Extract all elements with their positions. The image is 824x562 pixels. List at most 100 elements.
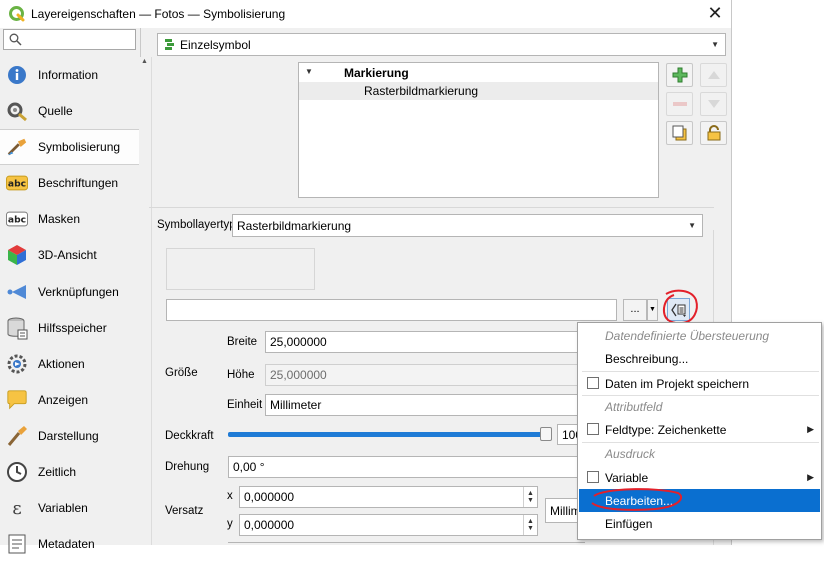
minus-icon xyxy=(672,102,687,106)
left-scrollbar[interactable]: ▲ xyxy=(139,57,152,545)
duplicate-layer-button[interactable] xyxy=(666,121,693,145)
source-icon xyxy=(6,100,28,122)
checkbox-icon[interactable] xyxy=(587,423,599,435)
sidebar-search-input[interactable] xyxy=(3,29,136,50)
svg-text:abc: abc xyxy=(8,215,26,226)
sidebar-item-rendering[interactable]: Darstellung xyxy=(0,418,139,454)
chevron-down-icon: ▼ xyxy=(688,221,696,230)
sidebar-item-source[interactable]: Quelle xyxy=(0,93,139,129)
sidebar-item-label: Masken xyxy=(38,212,81,226)
offset-x-label: x xyxy=(227,490,233,502)
sidebar-item-auxiliary-storage[interactable]: Hilfsspeicher xyxy=(0,310,139,346)
opacity-slider-fill xyxy=(228,432,550,437)
checkbox-icon[interactable] xyxy=(587,377,599,389)
epsilon-icon: ε xyxy=(6,497,28,519)
offset-y-spinner[interactable]: ▲ ▼ xyxy=(523,515,537,535)
offset-x-value: 0,000000 xyxy=(244,490,295,504)
arrow-up-icon xyxy=(707,71,720,79)
image-path-input[interactable] xyxy=(166,299,617,321)
sidebar-item-label: Symbolisierung xyxy=(38,140,121,154)
chevron-down-icon: ▼ xyxy=(711,40,719,49)
renderer-type-combo[interactable]: Einzelsymbol ▼ xyxy=(157,33,726,56)
sidebar-item-joins[interactable]: Verknüpfungen xyxy=(0,274,139,310)
menu-item-description[interactable]: Beschreibung... xyxy=(579,347,820,370)
submenu-arrow-icon: ▶ xyxy=(807,424,814,434)
browse-button[interactable]: ... xyxy=(623,299,647,321)
clock-icon xyxy=(6,461,28,483)
3d-cube-icon xyxy=(6,244,28,266)
svg-text:abc: abc xyxy=(8,179,26,190)
sidebar-item-3d-view[interactable]: 3D-Ansicht xyxy=(0,237,139,273)
plus-icon xyxy=(672,67,687,83)
menu-header-data-defined: Datendefinierte Übersteuerung xyxy=(605,328,770,343)
sidebar-item-labels[interactable]: abc Beschriftungen xyxy=(0,165,139,201)
sidebar-item-label: Hilfsspeicher xyxy=(38,321,107,335)
image-preview xyxy=(166,248,315,290)
rotation-label: Drehung xyxy=(165,461,210,473)
paintbrush-icon xyxy=(6,136,28,158)
unit-label: Einheit xyxy=(227,399,263,411)
symbol-layer-type-combo[interactable]: Rasterbildmarkierung ▼ xyxy=(232,214,703,237)
opacity-label: Deckkraft xyxy=(165,430,214,442)
red-annotation-underline xyxy=(591,488,683,511)
menu-item-paste[interactable]: Einfügen xyxy=(579,512,820,535)
labels-abc-icon: abc xyxy=(6,172,28,194)
size-unit-combo[interactable]: Millimeter xyxy=(265,394,585,416)
tree-expand-icon[interactable]: ▼ xyxy=(305,67,313,76)
sidebar-item-actions[interactable]: Aktionen xyxy=(0,346,139,382)
sidebar-item-variables[interactable]: ε Variablen xyxy=(0,490,139,526)
offset-x-input[interactable]: 0,000000 ▲ ▼ xyxy=(239,486,538,508)
width-value: 25,000000 xyxy=(270,335,327,349)
duplicate-icon xyxy=(672,125,686,141)
submenu-arrow-icon: ▶ xyxy=(807,472,814,482)
move-down-button[interactable] xyxy=(700,92,727,116)
symbol-layer-type-value: Rasterbildmarkierung xyxy=(237,218,352,233)
tree-child-row[interactable] xyxy=(299,82,658,100)
rotation-input[interactable]: 0,00 ° xyxy=(228,456,585,478)
sidebar-item-label: Beschriftungen xyxy=(38,176,119,190)
display-tip-icon xyxy=(6,389,28,411)
menu-item-field-type[interactable]: Feldtype: Zeichenkette ▶ xyxy=(579,418,820,441)
sidebar-item-display[interactable]: Anzeigen xyxy=(0,382,139,418)
width-input[interactable]: 25,000000 xyxy=(265,331,585,353)
panel-divider xyxy=(149,207,714,208)
offset-y-input[interactable]: 0,000000 ▲ ▼ xyxy=(239,514,538,536)
sidebar-item-label: Quelle xyxy=(38,104,73,118)
move-up-button[interactable] xyxy=(700,63,727,87)
rotation-value: 0,00 ° xyxy=(233,460,265,474)
auxiliary-storage-icon xyxy=(6,317,28,340)
menu-item-store-in-project[interactable]: Daten im Projekt speichern xyxy=(579,372,820,395)
sidebar-item-label: Zeitlich xyxy=(38,465,77,479)
actions-gear-icon xyxy=(6,353,28,375)
rendering-brush-icon xyxy=(6,425,28,447)
search-icon xyxy=(9,33,22,46)
lock-icon xyxy=(707,125,720,141)
tree-root-item[interactable]: Markierung xyxy=(344,66,409,80)
sidebar-item-label: 3D-Ansicht xyxy=(38,248,97,262)
menu-header-attribute-field: Attributfeld xyxy=(605,399,663,414)
sidebar-item-metadata[interactable]: Metadaten xyxy=(0,526,139,562)
remove-layer-button[interactable] xyxy=(666,92,693,116)
tree-child-item[interactable]: Rasterbildmarkierung xyxy=(364,84,478,98)
arrow-down-icon xyxy=(707,100,720,108)
checkbox-icon[interactable] xyxy=(587,471,599,483)
lock-layer-button[interactable] xyxy=(700,121,727,145)
sidebar-item-symbology[interactable]: Symbolisierung xyxy=(0,129,139,165)
sidebar-item-label: Anzeigen xyxy=(38,393,89,407)
opacity-slider-track[interactable] xyxy=(228,432,550,437)
width-label: Breite xyxy=(227,336,258,348)
height-input[interactable]: 25,000000 xyxy=(265,364,585,386)
sidebar-item-masks[interactable]: abc Masken xyxy=(0,201,139,237)
offset-x-spinner[interactable]: ▲ ▼ xyxy=(523,487,537,507)
offset-y-label: y xyxy=(227,518,233,530)
sidebar-item-label: Variablen xyxy=(38,501,88,515)
add-layer-button[interactable] xyxy=(666,63,693,87)
offset-group-label: Versatz xyxy=(165,505,204,517)
single-symbol-icon xyxy=(165,38,174,50)
sidebar-item-information[interactable]: Information xyxy=(0,57,139,93)
masks-abc-icon: abc xyxy=(6,208,28,230)
sidebar-item-temporal[interactable]: Zeitlich xyxy=(0,454,139,490)
qgis-logo-icon xyxy=(9,6,25,22)
opacity-slider-handle[interactable] xyxy=(540,427,552,441)
close-icon[interactable]: ✕ xyxy=(706,3,724,23)
